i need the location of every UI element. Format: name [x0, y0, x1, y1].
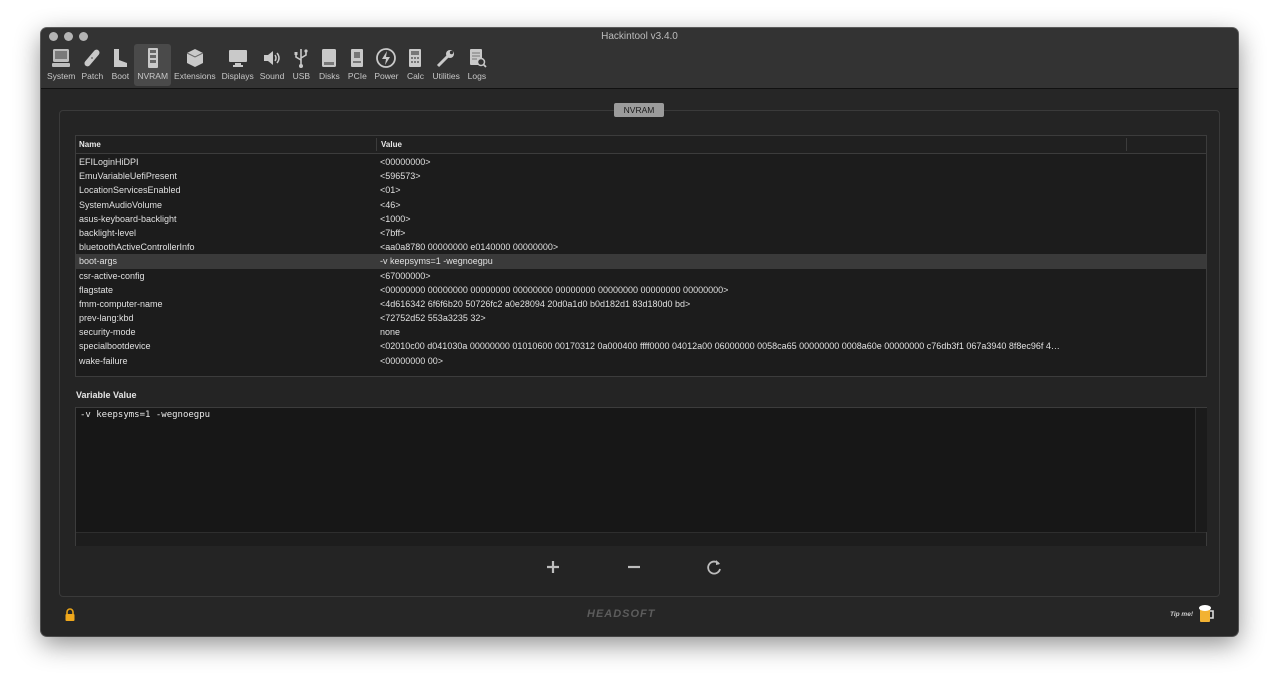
toolbar: System Patch Boot NVRAM Extensions Displ…	[44, 44, 491, 86]
table-row[interactable]: SystemAudioVolume <46>	[76, 198, 1206, 212]
lock-icon[interactable]	[63, 608, 77, 627]
tab-calc[interactable]: Calc	[401, 44, 429, 86]
refresh-icon	[707, 560, 721, 575]
row-name-cell: fmm-computer-name	[79, 298, 163, 309]
tab-patch[interactable]: Patch	[78, 44, 106, 86]
minus-icon	[628, 565, 640, 569]
row-name-cell: prev-lang:kbd	[79, 313, 134, 324]
row-value-cell: <72752d52 553a3235 32>	[380, 313, 486, 324]
row-value-cell: <aa0a8780 00000000 e0140000 00000000>	[380, 242, 559, 253]
variable-value-label: Variable Value	[76, 390, 137, 400]
row-name-cell: backlight-level	[79, 227, 137, 238]
tab-pcie[interactable]: PCIe	[343, 44, 371, 86]
row-value-cell: <01>	[380, 185, 401, 196]
extensions-icon	[184, 47, 206, 69]
table-row[interactable]: csr-active-config <67000000>	[76, 269, 1206, 283]
row-name-cell: asus-keyboard-backlight	[79, 213, 177, 224]
table-row[interactable]: security-mode none	[76, 325, 1206, 339]
row-name-cell: boot-args	[79, 256, 118, 267]
patch-icon	[81, 47, 103, 69]
table-row[interactable]: fmm-computer-name <4d616342 6f6f6b20 5072…	[76, 297, 1206, 311]
horizontal-scrollbar[interactable]	[76, 532, 1206, 546]
row-value-cell: <00000000 00000000 00000000 00000000 000…	[380, 284, 729, 295]
row-name-cell: EmuVariableUefiPresent	[79, 171, 177, 182]
column-header-name[interactable]: Name	[79, 140, 101, 149]
refresh-button[interactable]	[703, 556, 725, 578]
row-name-cell: LocationServicesEnabled	[79, 185, 181, 196]
variable-value-editor[interactable]: -v keepsyms=1 -wegnoegpu	[75, 407, 1207, 546]
row-value-cell: <67000000>	[380, 270, 431, 281]
tab-power[interactable]: Power	[371, 44, 401, 86]
table-row[interactable]: bluetoothActiveControllerInfo <aa0a8780 0…	[76, 240, 1206, 254]
nvram-icon	[142, 47, 164, 69]
variable-value-text[interactable]: -v keepsyms=1 -wegnoegpu	[80, 410, 210, 420]
row-value-cell: <46>	[380, 199, 401, 210]
usb-icon	[290, 47, 312, 69]
system-icon	[50, 47, 72, 69]
table-row[interactable]: flagstate <00000000 00000000 00000000 000…	[76, 283, 1206, 297]
row-value-cell: <4d616342 6f6f6b20 50726fc2 a0e28094 20d…	[380, 298, 691, 309]
headsoft-logo[interactable]: HEADSOFT	[587, 608, 656, 620]
tab-nvram[interactable]: NVRAM	[134, 44, 172, 86]
row-name-cell: SystemAudioVolume	[79, 199, 163, 210]
tab-usb[interactable]: USB	[287, 44, 315, 86]
tab-disks[interactable]: Disks	[315, 44, 343, 86]
tab-displays[interactable]: Displays	[219, 44, 257, 86]
table-row[interactable]: wake-failure <00000000 00>	[76, 354, 1206, 368]
table-row[interactable]: EFILoginHiDPI <00000000>	[76, 155, 1206, 169]
section-label: NVRAM	[614, 103, 664, 117]
row-value-cell: <00000000>	[380, 157, 431, 167]
tab-logs[interactable]: Logs	[463, 44, 491, 86]
displays-icon	[227, 47, 249, 69]
app-window: Hackintool v3.4.0 System Patch Boot NVRA…	[41, 28, 1238, 636]
row-value-cell: <7bff>	[380, 227, 406, 238]
row-name-cell: EFILoginHiDPI	[79, 157, 139, 167]
boot-icon	[109, 47, 131, 69]
row-name-cell: wake-failure	[79, 355, 128, 366]
nvram-table[interactable]: Name Value EFILoginHiDPI <00000000> EmuVar…	[75, 135, 1207, 377]
logs-icon	[466, 47, 488, 69]
tab-extensions[interactable]: Extensions	[171, 44, 219, 86]
table-row[interactable]: LocationServicesEnabled <01>	[76, 183, 1206, 197]
row-name-cell: flagstate	[79, 284, 114, 295]
row-value-cell: <596573>	[380, 171, 421, 182]
table-row[interactable]: backlight-level <7bff>	[76, 226, 1206, 240]
disks-icon	[318, 47, 340, 69]
table-header: Name Value	[76, 136, 1206, 154]
row-value-cell: -v keepsyms=1 -wegnoegpu	[380, 256, 493, 267]
title-bar: Hackintool v3.4.0 System Patch Boot NVRA…	[41, 28, 1238, 89]
vertical-scrollbar[interactable]	[1195, 408, 1207, 532]
table-row[interactable]: EmuVariableUefiPresent <596573>	[76, 169, 1206, 183]
tab-system[interactable]: System	[44, 44, 78, 86]
utilities-icon	[435, 47, 457, 69]
row-name-cell: bluetoothActiveControllerInfo	[79, 242, 195, 253]
calc-icon	[404, 47, 426, 69]
window-title: Hackintool v3.4.0	[601, 31, 678, 42]
table-body: EFILoginHiDPI <00000000> EmuVariableUefiPr…	[76, 154, 1206, 368]
sound-icon	[261, 47, 283, 69]
row-name-cell: specialbootdevice	[79, 341, 151, 352]
tab-sound[interactable]: Sound	[257, 44, 288, 86]
row-value-cell: none	[380, 327, 401, 338]
plus-icon	[547, 561, 559, 573]
remove-button[interactable]	[623, 556, 645, 578]
table-row[interactable]: specialbootdevice <02010c00 d041030a 0000…	[76, 339, 1206, 353]
row-value-cell: <1000>	[380, 213, 411, 224]
beer-mug-icon[interactable]	[1198, 604, 1216, 629]
table-row[interactable]: asus-keyboard-backlight <1000>	[76, 212, 1206, 226]
table-row[interactable]: boot-args -v keepsyms=1 -wegnoegpu	[76, 254, 1206, 269]
tip-me-label[interactable]: Tip me!	[1170, 611, 1193, 618]
pcie-icon	[346, 47, 368, 69]
table-row[interactable]: prev-lang:kbd <72752d52 553a3235 32>	[76, 311, 1206, 325]
row-value-cell: <02010c00 d041030a 00000000 01010600 001…	[380, 341, 1060, 352]
tab-utilities[interactable]: Utilities	[429, 44, 462, 86]
row-name-cell: csr-active-config	[79, 270, 145, 281]
add-button[interactable]	[542, 556, 564, 578]
row-value-cell: <00000000 00>	[380, 355, 444, 366]
tab-boot[interactable]: Boot	[106, 44, 134, 86]
column-header-value[interactable]: Value	[381, 140, 402, 149]
power-icon	[375, 47, 397, 69]
row-name-cell: security-mode	[79, 327, 136, 338]
